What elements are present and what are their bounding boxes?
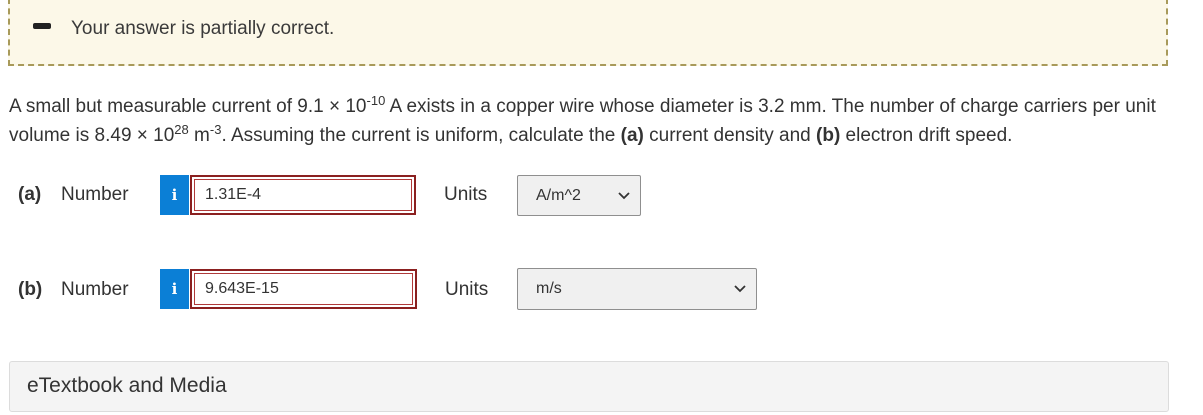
part-b-number-label: Number bbox=[61, 279, 129, 300]
part-a-number-label: Number bbox=[61, 184, 129, 205]
part-a-row: (a) Number i 1.31E-4 Units A/m^2 bbox=[0, 175, 700, 216]
part-a-units-label: Units bbox=[444, 184, 488, 205]
part-a-units-select[interactable]: A/m^2 bbox=[517, 175, 641, 216]
question-text: A small but measurable current of 9.1 × … bbox=[9, 93, 1156, 146]
part-a-answer-input[interactable]: 1.31E-4 bbox=[190, 175, 416, 215]
part-a-label: (a) bbox=[18, 184, 42, 205]
chevron-down-icon bbox=[618, 192, 630, 200]
part-b-units-label: Units bbox=[445, 279, 489, 300]
part-b-row: (b) Number i 9.643E-15 Units m/s bbox=[0, 268, 800, 310]
part-a-units-value: A/m^2 bbox=[536, 186, 581, 204]
info-icon: i bbox=[171, 280, 178, 298]
part-b-info-button[interactable]: i bbox=[160, 269, 189, 309]
part-b-label: (b) bbox=[18, 279, 43, 300]
chevron-down-icon bbox=[734, 285, 746, 293]
feedback-message: Your answer is partially correct. bbox=[71, 18, 335, 39]
part-b-answer-value[interactable]: 9.643E-15 bbox=[194, 273, 413, 305]
etextbook-media-label: eTextbook and Media bbox=[27, 374, 227, 397]
part-b-units-select[interactable]: m/s bbox=[517, 268, 757, 310]
feedback-banner: Your answer is partially correct. bbox=[8, 0, 1168, 66]
part-b-answer-input[interactable]: 9.643E-15 bbox=[190, 269, 417, 309]
minus-icon bbox=[33, 23, 51, 29]
info-icon: i bbox=[171, 186, 178, 204]
etextbook-media-panel[interactable]: eTextbook and Media bbox=[9, 361, 1169, 412]
part-b-units-value: m/s bbox=[536, 280, 562, 297]
part-a-info-button[interactable]: i bbox=[160, 175, 189, 215]
part-a-answer-value[interactable]: 1.31E-4 bbox=[194, 179, 412, 211]
